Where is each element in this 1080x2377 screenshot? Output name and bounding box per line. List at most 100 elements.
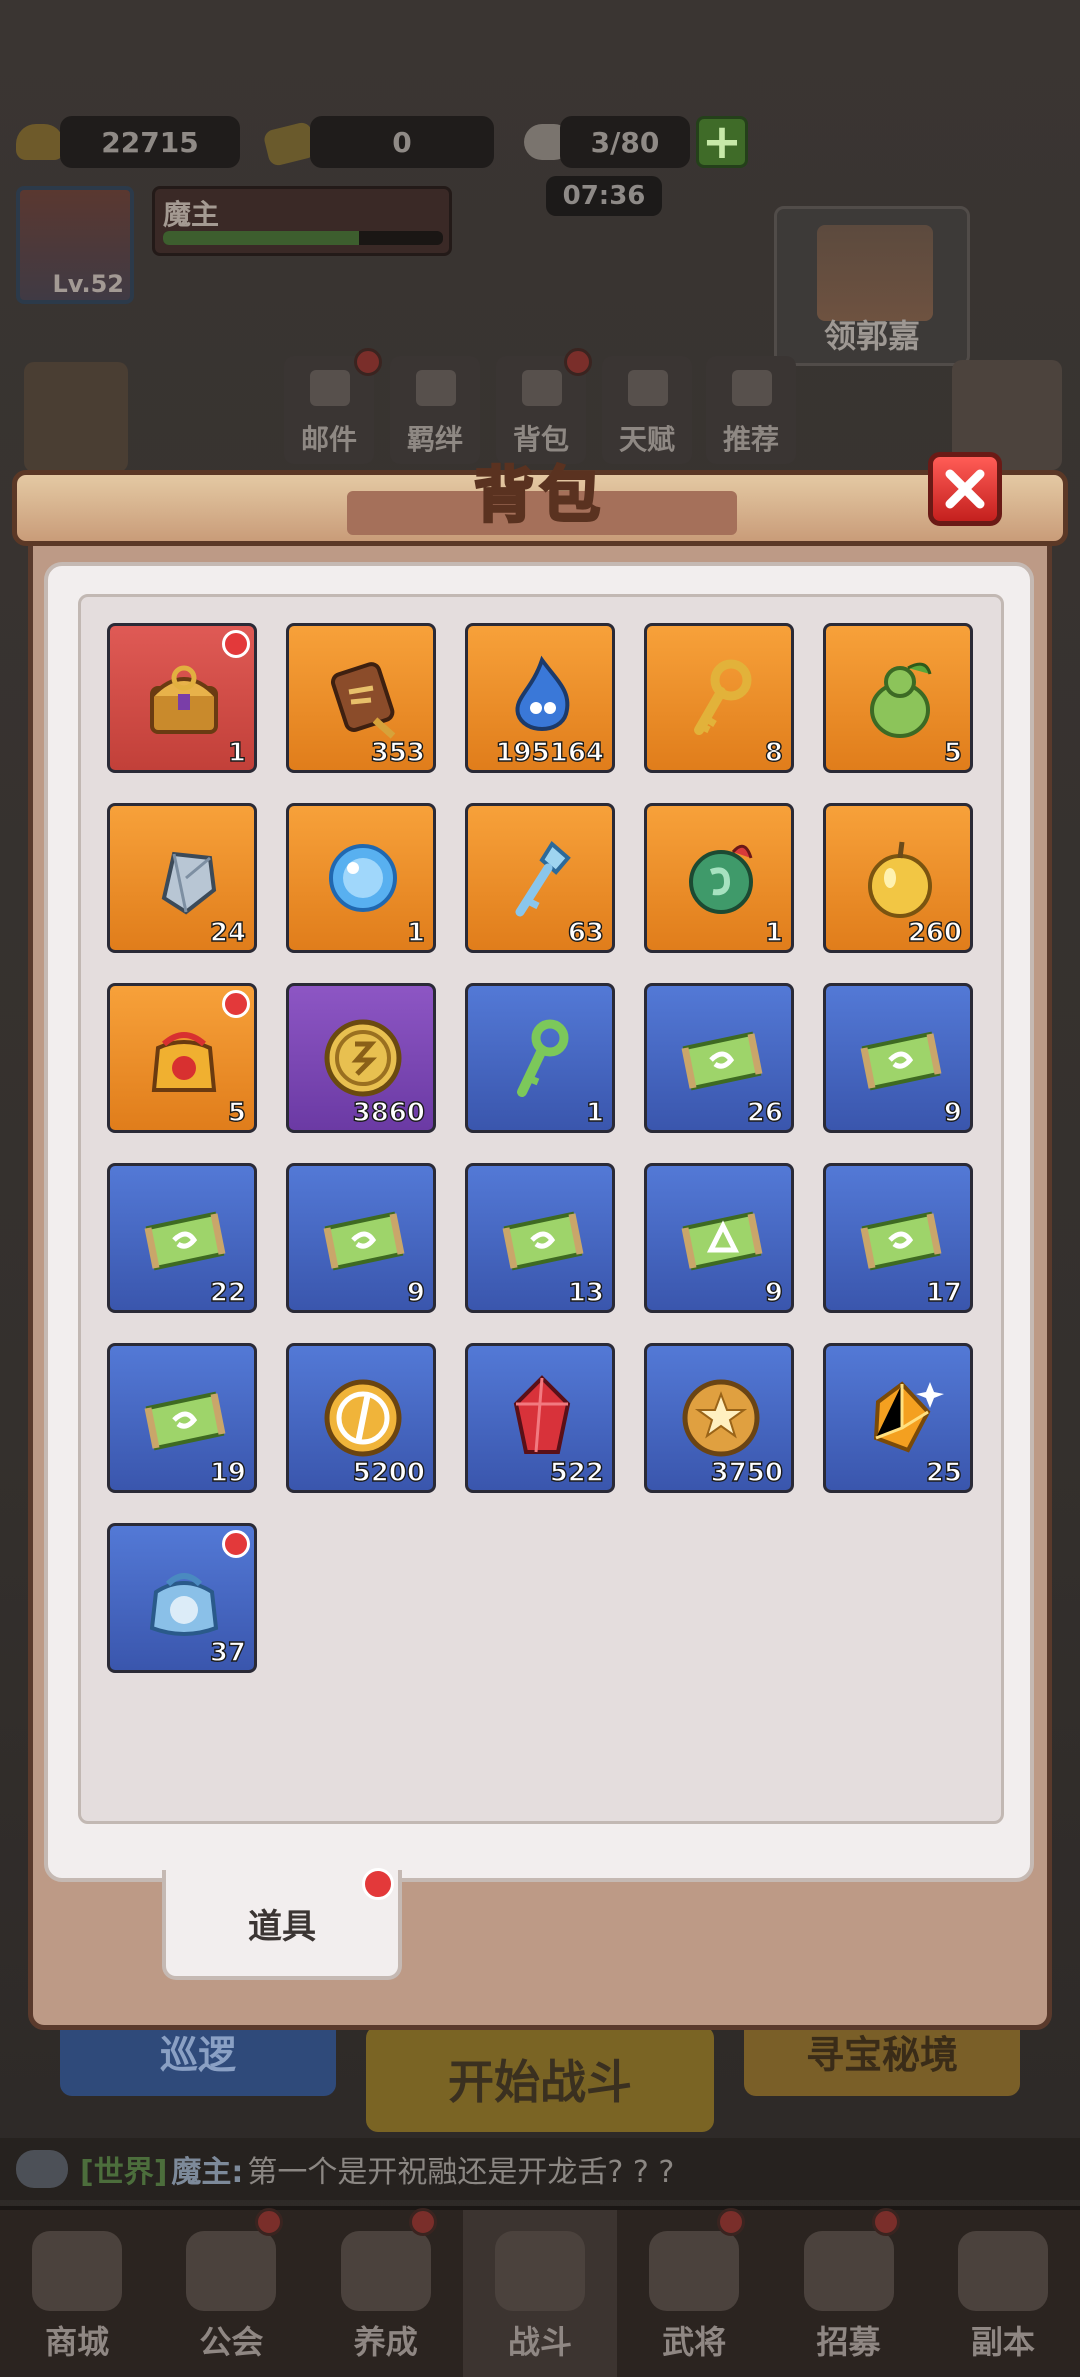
item-slot[interactable]: 1 xyxy=(644,803,794,953)
scroll-icon xyxy=(313,1188,413,1288)
item-slot[interactable]: 195164 xyxy=(465,623,615,773)
item-slot[interactable]: 5 xyxy=(823,623,973,773)
item-slot[interactable]: 25 xyxy=(823,1343,973,1493)
gold-coin-icon xyxy=(313,1008,413,1108)
treasure-realm-label: 寻宝秘境 xyxy=(805,2032,958,2077)
coupon-amount: 0 xyxy=(310,116,494,168)
item-quantity: 17 xyxy=(925,1277,963,1308)
start-battle-button[interactable]: 开始战斗 xyxy=(366,2026,714,2132)
star-medal-icon xyxy=(671,1368,771,1468)
item-slot[interactable]: 1 xyxy=(465,983,615,1133)
item-slot[interactable]: 8 xyxy=(644,623,794,773)
item-quantity: 353 xyxy=(370,737,426,768)
green-key-icon xyxy=(492,1008,592,1108)
item-slot[interactable]: 3860 xyxy=(286,983,436,1133)
item-quantity: 260 xyxy=(907,917,963,948)
close-button[interactable] xyxy=(928,452,1002,526)
item-quantity: 1 xyxy=(227,737,247,768)
avatar[interactable]: Lv.52 xyxy=(16,186,134,304)
nav-label: 招募 xyxy=(816,2323,881,2361)
gold-key-icon xyxy=(671,648,771,748)
bag-icon xyxy=(522,370,562,406)
blue-pouch-icon xyxy=(134,1548,234,1648)
item-notification-dot xyxy=(222,1530,250,1558)
item-slot[interactable]: 24 xyxy=(107,803,257,953)
talent-icon xyxy=(628,370,668,406)
item-notification-dot xyxy=(222,990,250,1018)
develop-notification-dot xyxy=(408,2208,437,2236)
item-slot[interactable]: 17 xyxy=(823,1163,973,1313)
item-slot[interactable]: 522 xyxy=(465,1343,615,1493)
mail-icon xyxy=(310,370,350,406)
item-slot[interactable]: 37 xyxy=(107,1523,257,1673)
inventory-grid[interactable]: 1 353 195164 8 5 24 1 63 1 260 5 3860 1 26 9 22 9 13 9 17 19… xyxy=(78,594,1004,1824)
nav-item-develop[interactable]: 养成 xyxy=(309,2208,463,2377)
item-slot[interactable]: 9 xyxy=(644,1163,794,1313)
start-battle-label: 开始战斗 xyxy=(448,2055,632,2109)
item-quantity: 25 xyxy=(925,1457,963,1488)
nav-item-recruit[interactable]: 招募 xyxy=(771,2208,925,2377)
item-quantity: 195164 xyxy=(495,737,605,768)
nav-label: 战斗 xyxy=(507,2323,572,2361)
item-slot[interactable]: 9 xyxy=(286,1163,436,1313)
npc-label: 领郭嘉 xyxy=(823,317,920,355)
item-slot[interactable]: 13 xyxy=(465,1163,615,1313)
item-quantity: 1 xyxy=(406,917,426,948)
tab-items[interactable]: 道具 xyxy=(162,1868,402,1980)
item-quantity: 19 xyxy=(209,1457,247,1488)
mail-notification-dot xyxy=(354,348,382,376)
stamina-amount: 3/80 xyxy=(560,116,690,168)
thumbs-up-icon xyxy=(732,370,772,406)
chat-user: 魔主: xyxy=(171,2155,244,2190)
item-slot[interactable]: 260 xyxy=(823,803,973,953)
scroll-icon xyxy=(492,1188,592,1288)
scroll-triangle-icon xyxy=(671,1188,771,1288)
item-slot[interactable]: 19 xyxy=(107,1343,257,1493)
nav-item-battle[interactable]: 战斗 xyxy=(462,2210,618,2377)
golden-apple-icon xyxy=(850,828,950,928)
timer-text: 07:36 xyxy=(562,181,646,211)
chat-bubble-icon xyxy=(16,2150,68,2188)
item-slot[interactable]: 1 xyxy=(286,803,436,953)
item-quantity: 24 xyxy=(209,917,247,948)
item-slot[interactable]: 5200 xyxy=(286,1343,436,1493)
item-quantity: 63 xyxy=(567,917,605,948)
item-slot[interactable]: 26 xyxy=(644,983,794,1133)
nav-label: 养成 xyxy=(353,2323,418,2361)
wooden-token-icon xyxy=(313,648,413,748)
item-quantity: 3750 xyxy=(710,1457,784,1488)
stamina-timer: 07:36 xyxy=(546,176,662,216)
item-slot[interactable]: 22 xyxy=(107,1163,257,1313)
item-slot[interactable]: 353 xyxy=(286,623,436,773)
item-quantity: 22 xyxy=(209,1277,247,1308)
item-slot[interactable]: 1 xyxy=(107,623,257,773)
blue-flame-icon xyxy=(492,648,592,748)
red-crystal-icon xyxy=(492,1368,592,1468)
item-slot[interactable]: 63 xyxy=(465,803,615,953)
item-slot[interactable]: 9 xyxy=(823,983,973,1133)
scroll-icon xyxy=(850,1188,950,1288)
world-chat-bar[interactable]: [世界] 魔主: 第一个是开祝融还是开龙舌? ? ? xyxy=(0,2138,1080,2200)
scroll-icon xyxy=(134,1368,234,1468)
npc-reward-card[interactable]: 领郭嘉 xyxy=(774,206,970,366)
nav-label: 武将 xyxy=(662,2323,727,2361)
crossed-swords-icon xyxy=(494,2231,585,2311)
add-stamina-button[interactable]: + xyxy=(696,114,748,170)
nav-item-dungeon[interactable]: 副本 xyxy=(926,2210,1080,2377)
guild-icon xyxy=(186,2231,277,2311)
gold-amount-text: 22715 xyxy=(101,125,199,159)
item-slot[interactable]: 5 xyxy=(107,983,257,1133)
nav-item-guild[interactable]: 公会 xyxy=(154,2208,308,2377)
recruit-icon xyxy=(803,2231,894,2311)
recruit-notification-dot xyxy=(871,2208,900,2236)
coupon-amount-text: 0 xyxy=(392,125,412,159)
crystal-key-icon xyxy=(492,828,592,928)
nav-label: 商城 xyxy=(45,2323,110,2361)
scroll-icon xyxy=(134,1188,234,1288)
nav-item-generals[interactable]: 武将 xyxy=(617,2208,771,2377)
item-quantity: 5200 xyxy=(352,1457,426,1488)
nav-item-shop[interactable]: 商城 xyxy=(0,2210,154,2377)
tab-notification-dot xyxy=(362,1868,394,1900)
bag-modal: 背包 1 353 195164 8 5 24 1 63 1 260 5 3860 1 26 9 22 9 13 9 1… xyxy=(12,452,1068,2030)
item-slot[interactable]: 3750 xyxy=(644,1343,794,1493)
